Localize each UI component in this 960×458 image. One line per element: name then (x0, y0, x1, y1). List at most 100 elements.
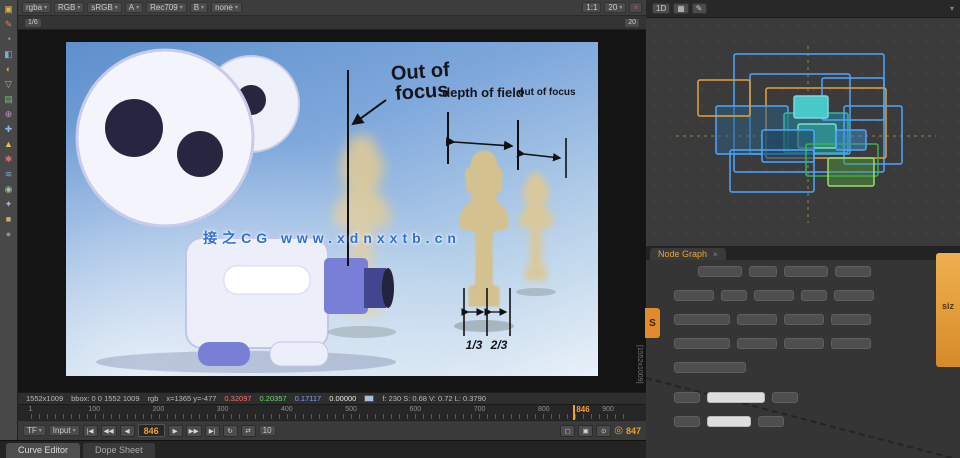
property-button[interactable] (784, 266, 828, 277)
property-button[interactable] (749, 266, 777, 277)
step-back-button[interactable]: ◀ (119, 424, 135, 437)
property-value-field[interactable] (707, 416, 751, 427)
property-button[interactable] (721, 290, 747, 301)
monitor-output-icon[interactable]: ▢ (560, 424, 576, 437)
timeline[interactable]: 1 100 200 300 400 500 600 700 800 900 846 (18, 404, 646, 420)
tool-image-icon[interactable]: ▣ (1, 2, 16, 16)
tool-views-icon[interactable]: ◉ (1, 182, 16, 196)
close-icon[interactable]: × (713, 250, 718, 259)
tab-node-graph[interactable]: Node Graph × (650, 248, 726, 260)
views-chip[interactable]: 1/6 (24, 17, 42, 28)
property-button[interactable] (698, 266, 742, 277)
property-button[interactable] (754, 290, 794, 301)
annotation-one-third: 1/3 (465, 338, 483, 352)
input-b-source[interactable]: none ▾ (211, 2, 242, 13)
tool-draw-icon[interactable]: ✎ (1, 17, 16, 31)
property-button[interactable] (737, 338, 777, 349)
tool-color-icon[interactable]: ◐ (1, 62, 16, 76)
lock-range-icon[interactable]: ⊙ (596, 424, 612, 437)
tool-other-icon[interactable]: ● (1, 227, 16, 241)
input-a-select[interactable]: A ▾ (124, 2, 144, 13)
watermark: 接之CG www.xdnxxtb.cn (203, 230, 461, 246)
input-select[interactable]: Input ▾ (48, 425, 80, 436)
property-button[interactable] (835, 266, 871, 277)
timeline-tick-label: 900 (602, 406, 614, 413)
node-graph-tab-bar: Node Graph × (646, 246, 960, 260)
proxy-toggle[interactable]: 1:1 (582, 2, 602, 13)
color-swatch (364, 395, 375, 402)
timeline-tick-label: 800 (537, 406, 550, 413)
viewer-canvas[interactable]: Out of focus depth of field out of focus… (18, 30, 646, 392)
tool-metadata-icon[interactable]: ✦ (1, 197, 16, 211)
input-b-select[interactable]: B ▾ (189, 2, 209, 13)
property-button[interactable] (674, 338, 730, 349)
property-button[interactable] (737, 314, 777, 325)
timeline-playhead[interactable]: 846 (573, 405, 590, 420)
tool-deep-icon[interactable]: ≋ (1, 167, 16, 181)
tab-curve-editor[interactable]: Curve Editor (6, 443, 81, 458)
layer-select[interactable]: rgba ▾ (22, 2, 52, 13)
input-a-source[interactable]: Rec709 ▾ (146, 2, 187, 13)
tool-time-icon[interactable]: ◔ (1, 32, 16, 46)
property-button[interactable] (674, 362, 746, 373)
collapsed-panel-s-badge[interactable]: S (645, 308, 660, 338)
fullscreen-icon[interactable]: ▣ (578, 424, 594, 437)
property-button[interactable] (834, 290, 874, 301)
sample-1d-button[interactable]: 1D (652, 3, 671, 14)
tool-keyer-icon[interactable]: ▤ (1, 92, 16, 106)
tool-merge-icon[interactable]: ⊕ (1, 107, 16, 121)
chevron-down-icon: ▾ (619, 5, 623, 11)
graph-node[interactable] (827, 157, 875, 187)
property-button[interactable] (784, 314, 824, 325)
current-frame-field[interactable]: 846 (137, 424, 165, 437)
property-button[interactable] (758, 416, 784, 427)
graph-node[interactable] (835, 129, 867, 151)
tool-filter-icon[interactable]: ▽ (1, 77, 16, 91)
tool-channel-icon[interactable]: ◧ (1, 47, 16, 61)
tool-transform-icon[interactable]: ✚ (1, 122, 16, 136)
play-back-button[interactable]: ◀◀ (100, 424, 117, 437)
property-button[interactable] (784, 338, 824, 349)
property-button[interactable] (674, 416, 700, 427)
edit-roi-button[interactable]: ✎ (691, 3, 707, 14)
property-button[interactable] (772, 392, 798, 403)
grid-overlay-button[interactable]: ▦ (673, 3, 689, 14)
close-viewer-button[interactable]: × (629, 2, 642, 13)
viewer-status-bar: 1552x1009 bbox: 0 0 1552 1009 rgb x=1365… (18, 392, 646, 404)
play-button[interactable]: ▶ (167, 424, 183, 437)
timeline-tick-label: 1 (28, 406, 33, 413)
property-row (674, 392, 798, 403)
image-resolution-label: [1552x1009] (636, 345, 643, 384)
property-button[interactable] (801, 290, 827, 301)
viewer-lut-select[interactable]: sRGB ▾ (87, 2, 122, 13)
bounce-button[interactable]: ⇄ (240, 424, 256, 437)
property-value-field[interactable] (707, 392, 765, 403)
tool-3d-icon[interactable]: ▲ (1, 137, 16, 151)
property-button[interactable] (674, 392, 700, 403)
property-button[interactable] (831, 338, 871, 349)
property-button[interactable] (674, 290, 714, 301)
property-row (674, 314, 871, 325)
node-graph[interactable] (646, 18, 960, 246)
status-alpha-value: 0.00000 (329, 394, 357, 403)
property-button[interactable] (831, 314, 871, 325)
playback-rate-select[interactable]: TF ▾ (23, 425, 46, 436)
flipbook-target-icon[interactable]: ◎ (614, 425, 623, 436)
size-panel-strip[interactable]: siz (936, 253, 960, 367)
graph-node[interactable] (793, 95, 829, 119)
gain-field[interactable]: 20 (624, 17, 640, 28)
fast-forward-button[interactable]: ▶▶ (185, 424, 202, 437)
tool-toolsets-icon[interactable]: ■ (1, 212, 16, 226)
property-button[interactable] (674, 314, 730, 325)
goto-end-button[interactable]: ▶| (204, 424, 220, 437)
goto-start-button[interactable]: |◀ (82, 424, 98, 437)
chevron-down-icon[interactable]: ▾ (950, 4, 954, 13)
loop-button[interactable]: ↻ (222, 424, 238, 437)
frame-increment-field[interactable]: 10 (258, 425, 276, 436)
status-hsvl: f: 230 S: 0.68 V: 0.72 L: 0.3790 (382, 394, 486, 403)
timeline-tick-label: 200 (152, 406, 165, 413)
zoom-select[interactable]: 20 ▾ (604, 2, 627, 13)
display-channels-select[interactable]: RGB ▾ (54, 2, 85, 13)
tab-dope-sheet[interactable]: Dope Sheet (83, 443, 155, 458)
tool-particles-icon[interactable]: ✱ (1, 152, 16, 166)
